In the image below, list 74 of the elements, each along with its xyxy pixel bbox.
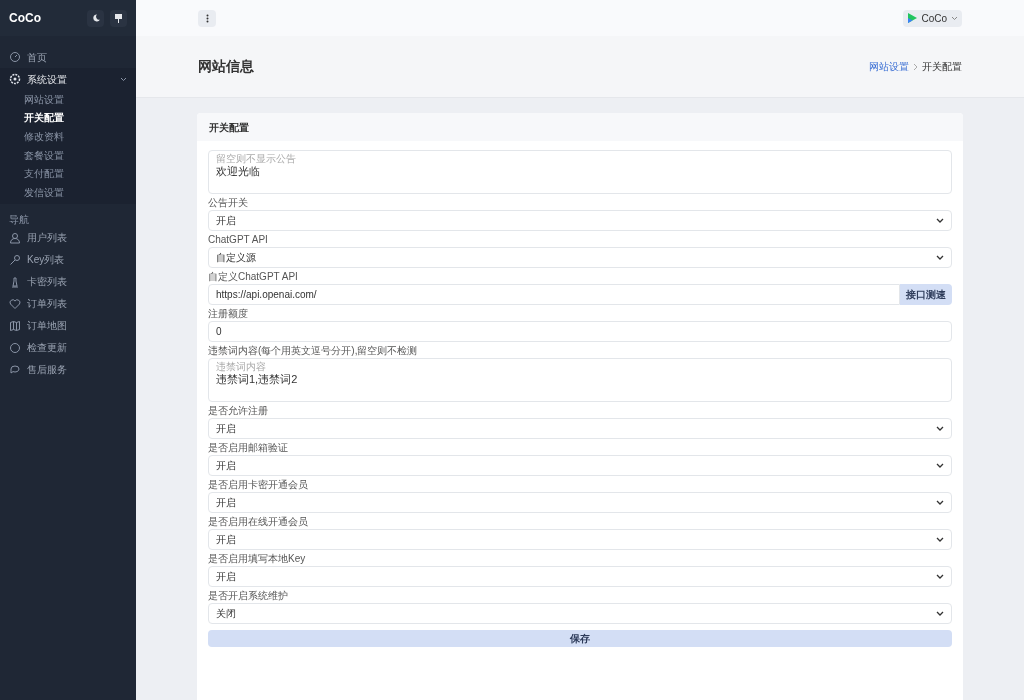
more-menu-button[interactable] [198,9,216,27]
input-field[interactable]: https://api.openai.com/ [208,284,900,305]
text-area-field[interactable]: 违禁词内容 违禁词1,违禁词2 [208,358,952,402]
pin-icon [115,13,122,23]
speed-test-button[interactable]: 接口测速 [900,284,952,305]
circle-icon [9,341,21,354]
moon-icon [91,14,100,22]
field-label: 是否开启系统维护 [208,589,288,602]
page-title: 网站信息 [198,57,254,76]
chess-piece-icon [9,275,21,288]
brand-logo: CoCo [9,10,41,27]
field-label: 违禁词内容(每个用英文逗号分开),留空则不检测 [208,344,418,357]
select-field[interactable]: 开启 [208,492,952,513]
field-label: ChatGPT API [208,233,268,246]
chevron-down-icon [936,537,944,542]
play-logo-icon [907,13,918,23]
sidebar-item[interactable]: 订单地图 [0,314,136,337]
map-icon [9,319,21,332]
field-label: 是否允许注册 [208,404,268,417]
chat-bubble-icon [9,363,21,376]
field-label: 注册额度 [208,307,248,320]
field-label: 是否启用卡密开通会员 [208,478,308,491]
chevron-down-icon [951,15,958,21]
more-icon [205,13,209,23]
field-label: 自定义ChatGPT API [208,270,298,283]
field-label: 公告开关 [208,196,248,209]
sidebar-item[interactable]: Key列表 [0,248,136,271]
sidebar-item[interactable]: 系统设置 [0,68,136,90]
select-field[interactable]: 开启 [208,455,952,476]
submenu-item[interactable]: 支付配置 [0,164,136,183]
user-menu-button[interactable]: CoCo [903,9,962,27]
chevron-down-icon [936,218,944,223]
chevron-icon [120,76,127,82]
chevron-down-icon [936,255,944,260]
field-label: 是否启用填写本地Key [208,552,306,565]
pin-button[interactable] [110,9,127,27]
breadcrumb-current: 开关配置 [922,60,962,74]
chevron-down-icon [936,463,944,468]
gauge-icon [9,51,21,63]
select-field[interactable]: 开启 [208,418,952,439]
text-area-field[interactable]: 留空则不显示公告 欢迎光临 [208,150,952,194]
submenu-item[interactable]: 网站设置 [0,90,136,109]
sidebar-item[interactable]: 用户列表 [0,226,136,249]
dark-mode-button[interactable] [87,9,104,27]
field-label: 是否启用在线开通会员 [208,515,308,528]
select-field[interactable]: 开启 [208,529,952,550]
chevron-right-icon [913,62,918,71]
submenu-item[interactable]: 发信设置 [0,182,136,202]
heart-icon [9,297,21,310]
chevron-down-icon [936,500,944,505]
input-field[interactable]: 0 [208,321,952,342]
field-label: 是否启用邮箱验证 [208,441,288,454]
chevron-down-icon [936,574,944,579]
chevron-down-icon [936,426,944,431]
select-field[interactable]: 关闭 [208,603,952,624]
sidebar-item[interactable]: 卡密列表 [0,270,136,293]
submenu-item[interactable]: 套餐设置 [0,145,136,165]
save-button[interactable]: 保存 [208,630,952,647]
key-icon [9,253,21,266]
submenu-item[interactable]: 开关配置 [0,108,136,128]
user-icon [9,231,21,244]
sidebar-item[interactable]: 首页 [0,46,136,68]
section-heading: 导航 [8,212,30,227]
select-field[interactable]: 开启 [208,210,952,231]
sidebar-item[interactable]: 订单列表 [0,292,136,315]
submenu-item[interactable]: 修改资料 [0,127,136,146]
chevron-down-icon [936,611,944,616]
card-title: 开关配置 [209,120,249,135]
sidebar-item[interactable]: 售后服务 [0,358,136,381]
gear-icon [9,73,21,85]
breadcrumb-link[interactable]: 网站设置 [869,59,909,74]
select-field[interactable]: 自定义源 [208,247,952,268]
sidebar-item[interactable]: 检查更新 [0,336,136,359]
select-field[interactable]: 开启 [208,566,952,587]
